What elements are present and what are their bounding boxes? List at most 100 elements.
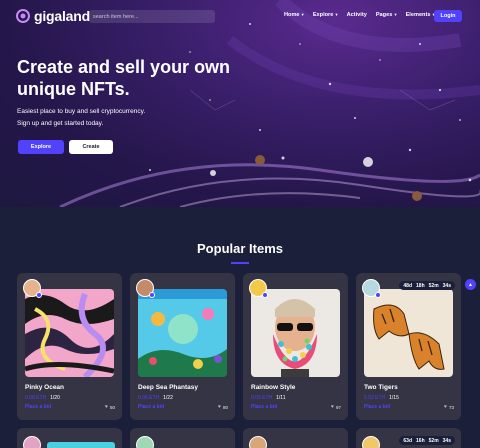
verified-badge-icon [375, 292, 381, 298]
section-title: Popular Items [197, 241, 283, 256]
timer-minutes: 52m [428, 437, 439, 444]
create-button[interactable]: Create [69, 140, 113, 154]
place-bid-link[interactable]: Place a bid [251, 404, 277, 410]
edition-count: 1/11 [276, 395, 286, 401]
verified-badge-icon [149, 292, 155, 298]
chevron-down-icon: ▾ [394, 12, 397, 17]
nft-image[interactable] [364, 289, 453, 377]
nft-artwork [138, 289, 227, 377]
like-button[interactable]: ♥ 73 [444, 404, 454, 410]
countdown-timer: 63d 16h 52m 34s [399, 436, 455, 445]
nft-card[interactable]: Rainbow Style 0.05 ETH 1/11 Place a bid … [243, 273, 348, 420]
nft-title[interactable]: Deep Sea Phantasy [138, 384, 198, 391]
main-nav: Home▾ Explore▾ Activity Pages▾ Elements▾ [284, 12, 435, 18]
nav-item-activity[interactable]: Activity [347, 12, 367, 18]
avatar[interactable] [362, 436, 380, 448]
price-value: 0.08 ETH [25, 395, 47, 401]
nft-price: 0.02 ETH 1/15 [364, 395, 399, 401]
explore-button[interactable]: Explore [18, 140, 64, 154]
brand-name: gigaland [34, 8, 90, 24]
login-button[interactable]: Login [434, 10, 462, 22]
like-count: 73 [448, 404, 454, 410]
nav-item-elements[interactable]: Elements▾ [406, 12, 435, 18]
heart-icon: ♥ [444, 404, 447, 410]
hero-subtitle-line: Sign up and get started today. [17, 120, 104, 127]
nft-price: 0.06 ETH 1/22 [138, 395, 173, 401]
hero-subtitle: Easiest place to buy and sell cryptocurr… [17, 106, 145, 130]
search-input[interactable]: search item here... [89, 10, 215, 23]
nft-image[interactable] [25, 289, 114, 377]
scroll-top-button[interactable]: ▲ [465, 279, 476, 290]
timer-days: 63d [403, 437, 413, 444]
edition-count: 1/15 [389, 395, 399, 401]
like-button[interactable]: ♥ 50 [105, 404, 115, 410]
heart-icon: ♥ [218, 404, 221, 410]
search-placeholder: search item here... [93, 13, 139, 20]
timer-seconds: 34s [442, 282, 451, 289]
chevron-down-icon: ▾ [301, 12, 304, 17]
nav-item-label: Elements [405, 12, 431, 18]
place-bid-link[interactable]: Place a bid [25, 404, 51, 410]
nft-card[interactable] [130, 428, 235, 448]
edition-count: 1/22 [163, 395, 173, 401]
hero-subtitle-line: Easiest place to buy and sell cryptocurr… [17, 108, 146, 115]
hero-title-line: unique NFTs. [17, 79, 130, 99]
nav-item-explore[interactable]: Explore ▾ [313, 12, 338, 18]
chevron-up-icon: ▲ [468, 281, 473, 288]
place-bid-link[interactable]: Place a bid [364, 404, 390, 410]
nft-image[interactable] [47, 442, 115, 448]
like-count: 80 [222, 404, 228, 410]
like-button[interactable]: ♥ 97 [331, 404, 341, 410]
verified-badge-icon [36, 292, 42, 298]
avatar[interactable] [23, 436, 41, 448]
logo-icon [16, 9, 30, 23]
heart-icon: ♥ [331, 404, 334, 410]
countdown-timer: 48d 18h 52m 34s [399, 281, 455, 290]
price-value: 0.02 ETH [364, 395, 386, 401]
avatar[interactable] [249, 436, 267, 448]
nft-card[interactable]: Pinky Ocean 0.08 ETH 1/20 Place a bid ♥ … [17, 273, 122, 420]
nav-item-label: Home [284, 12, 300, 18]
title-underline [231, 262, 249, 264]
nav-item-label: Activity [346, 12, 367, 18]
avatar[interactable] [136, 436, 154, 448]
nav-item-pages[interactable]: Pages ▾ [376, 12, 397, 18]
hero-title: Create and sell your own unique NFTs. [17, 56, 277, 100]
nft-title[interactable]: Pinky Ocean [25, 384, 64, 391]
nft-image[interactable] [251, 289, 340, 377]
nft-card[interactable]: 48d 18h 52m 34s Two Tigers 0.02 ETH 1/15… [356, 273, 461, 420]
nft-card[interactable]: 63d 16h 52m 34s [356, 428, 461, 448]
verified-badge-icon [262, 292, 268, 298]
nft-artwork [25, 289, 114, 377]
timer-hours: 18h [416, 282, 425, 289]
edition-count: 1/20 [50, 395, 60, 401]
nft-price: 0.05 ETH 1/11 [251, 395, 286, 401]
brand-logo[interactable]: gigaland [16, 8, 90, 24]
nft-price: 0.08 ETH 1/20 [25, 395, 60, 401]
nft-title[interactable]: Two Tigers [364, 384, 398, 391]
nft-title[interactable]: Rainbow Style [251, 384, 295, 391]
timer-minutes: 52m [428, 282, 439, 289]
nft-image[interactable] [138, 289, 227, 377]
nav-item-label: Explore [312, 12, 334, 18]
nft-artwork [364, 289, 453, 377]
like-count: 50 [109, 404, 115, 410]
heart-icon: ♥ [105, 404, 108, 410]
place-bid-link[interactable]: Place a bid [138, 404, 164, 410]
timer-days: 48d [403, 282, 413, 289]
price-value: 0.05 ETH [251, 395, 273, 401]
nav-item-home[interactable]: Home ▾ [284, 12, 304, 18]
chevron-down-icon: ▾ [335, 12, 338, 17]
hero-title-line: Create and sell your own [17, 57, 231, 77]
site-header: gigaland search item here... Home ▾ Explo… [0, 0, 480, 32]
like-count: 97 [335, 404, 341, 410]
nft-artwork [251, 289, 340, 377]
price-value: 0.06 ETH [138, 395, 160, 401]
timer-hours: 16h [416, 437, 425, 444]
like-button[interactable]: ♥ 80 [218, 404, 228, 410]
nft-card[interactable] [17, 428, 122, 448]
nav-item-label: Pages [375, 12, 393, 18]
nft-card[interactable]: Deep Sea Phantasy 0.06 ETH 1/22 Place a … [130, 273, 235, 420]
timer-seconds: 34s [442, 437, 451, 444]
nft-card[interactable] [243, 428, 348, 448]
